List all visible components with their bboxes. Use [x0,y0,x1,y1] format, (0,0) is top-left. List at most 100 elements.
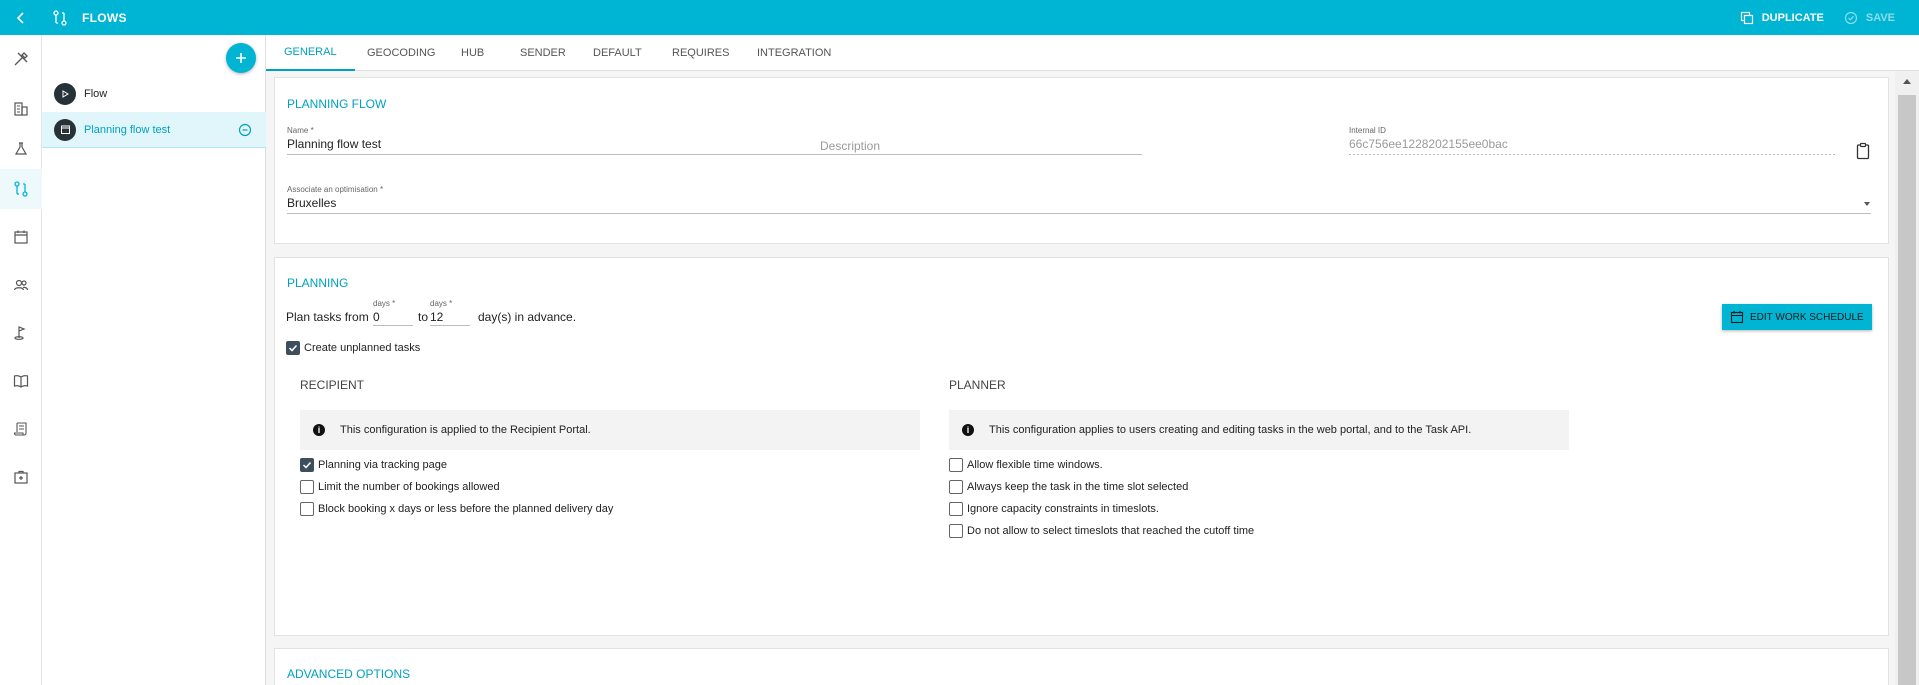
nav-locations[interactable] [0,313,42,353]
main-content: PLANNING FLOW Name * Planning flow test … [266,71,1895,685]
from-days-underline [373,325,413,326]
medkit-icon [14,470,28,484]
scrollbar[interactable] [1895,71,1919,685]
flow-list-item-flow[interactable]: Flow [42,76,266,112]
advanced-options-card[interactable]: ADVANCED OPTIONS [274,648,1889,685]
to-days-underline [430,325,470,326]
duplicate-label: DUPLICATE [1761,11,1824,24]
dropdown-arrow-icon[interactable] [1864,202,1870,206]
scroll-up-arrow[interactable] [1895,75,1919,87]
planner-option-label: Do not allow to select timeslots that re… [967,525,1255,537]
minus-circle-icon [238,123,252,137]
cutoff-timeslots-checkbox[interactable] [949,524,963,538]
flexible-time-windows-checkbox[interactable] [949,458,963,472]
create-unplanned-label: Create unplanned tasks [304,342,421,354]
name-underline [287,154,1142,155]
internal-id-value: 66c756ee1228202155ee0bac [1349,137,1508,151]
calendar-icon [1730,311,1744,324]
ignore-capacity-checkbox[interactable] [949,502,963,516]
checkmark-icon [302,461,312,469]
nav-calendar[interactable] [0,217,42,257]
chevron-left-icon [16,11,24,24]
recipient-option-label: Block booking x days or less before the … [318,503,614,515]
clipboard-button[interactable] [1855,142,1871,160]
plan-from-text: Plan tasks from [286,310,369,324]
chevron-up-icon [1903,78,1911,84]
internal-id-underline [1349,154,1835,155]
from-days-input[interactable]: 0 [373,310,380,324]
edit-work-schedule-label: EDIT WORK SCHEDULE [1750,311,1864,323]
to-text: to [418,310,429,324]
save-button[interactable]: SAVE [1844,11,1895,25]
users-icon [13,279,29,291]
flask-icon [14,142,28,155]
flow-list-item-planning-flow-test[interactable]: Planning flow test [42,112,266,148]
nav-docs[interactable] [0,361,42,401]
info-icon: i [962,424,974,436]
nav-buildings[interactable] [0,89,42,129]
nav-invoices[interactable] [0,409,42,449]
edit-work-schedule-button[interactable]: EDIT WORK SCHEDULE [1722,304,1872,330]
flow-list-item-label: Flow [84,88,108,100]
optimisation-select[interactable]: Bruxelles [287,196,336,210]
calendar-icon [14,230,28,244]
tab-hub[interactable]: HUB [443,35,502,71]
calendar-icon [54,118,76,141]
tools-icon [14,52,28,66]
flow-icon [14,181,28,197]
card-title: ADVANCED OPTIONS [287,667,411,681]
back-button[interactable] [0,0,42,35]
recipient-option-label: Planning via tracking page [318,459,448,471]
to-days-label: days * [430,299,453,308]
nav-lab[interactable] [0,129,42,169]
play-icon [54,83,76,105]
name-field-label: Name * [287,126,314,135]
nav-flows[interactable] [0,169,42,209]
add-flow-button[interactable] [226,43,256,73]
block-booking-checkbox[interactable] [300,502,314,516]
recipient-option-label: Limit the number of bookings allowed [318,481,500,493]
remove-flow-button[interactable] [236,121,254,139]
book-icon [13,375,29,388]
planner-option-label: Ignore capacity constraints in timeslots… [967,503,1159,515]
name-input[interactable]: Planning flow test [287,137,381,151]
check-circle-icon [1844,11,1857,24]
nav-tools[interactable] [0,39,42,79]
plus-icon [236,53,246,63]
nav-users[interactable] [0,265,42,305]
duplicate-button[interactable]: DUPLICATE [1740,11,1824,25]
planning-via-tracking-checkbox[interactable] [300,458,314,472]
scrollbar-thumb[interactable] [1898,95,1916,685]
top-bar: FLOWS DUPLICATE SAVE [0,0,1919,35]
tab-bar: GENERAL GEOCODING HUB SENDER DEFAULT REQ… [266,35,1919,71]
flow-icon [52,9,68,26]
nav-rail [0,35,42,685]
description-input[interactable]: Description [820,139,880,153]
copy-icon [1740,11,1753,24]
planning-card: PLANNING Plan tasks from days * 0 to day… [274,257,1889,636]
create-unplanned-checkbox[interactable] [286,341,300,355]
flow-list-panel: Flow Planning flow test [42,35,266,685]
tab-geocoding[interactable]: GEOCODING [349,35,453,71]
planner-option-label: Always keep the task in the time slot se… [967,481,1189,493]
planner-option-label: Allow flexible time windows. [967,459,1103,471]
internal-id-label: Internal ID [1349,126,1386,135]
tab-sender[interactable]: SENDER [502,35,584,71]
checkmark-icon [288,344,298,352]
limit-bookings-checkbox[interactable] [300,480,314,494]
card-title: PLANNING FLOW [287,97,387,111]
planner-info-box: i This configuration applies to users cr… [949,410,1569,450]
save-label: SAVE [1865,11,1895,24]
clipboard-icon [1856,142,1870,160]
to-days-input[interactable]: 12 [430,310,443,324]
recipient-heading: RECIPIENT [300,378,365,392]
tab-integration[interactable]: INTEGRATION [739,35,849,71]
from-days-label: days * [373,299,396,308]
tab-requires[interactable]: REQUIRES [654,35,747,71]
tab-default[interactable]: DEFAULT [575,35,660,71]
nav-health[interactable] [0,457,42,497]
tab-general[interactable]: GENERAL [266,35,355,71]
keep-time-slot-checkbox[interactable] [949,480,963,494]
optimisation-underline [287,213,1871,214]
recipient-info-box: i This configuration is applied to the R… [300,410,920,450]
